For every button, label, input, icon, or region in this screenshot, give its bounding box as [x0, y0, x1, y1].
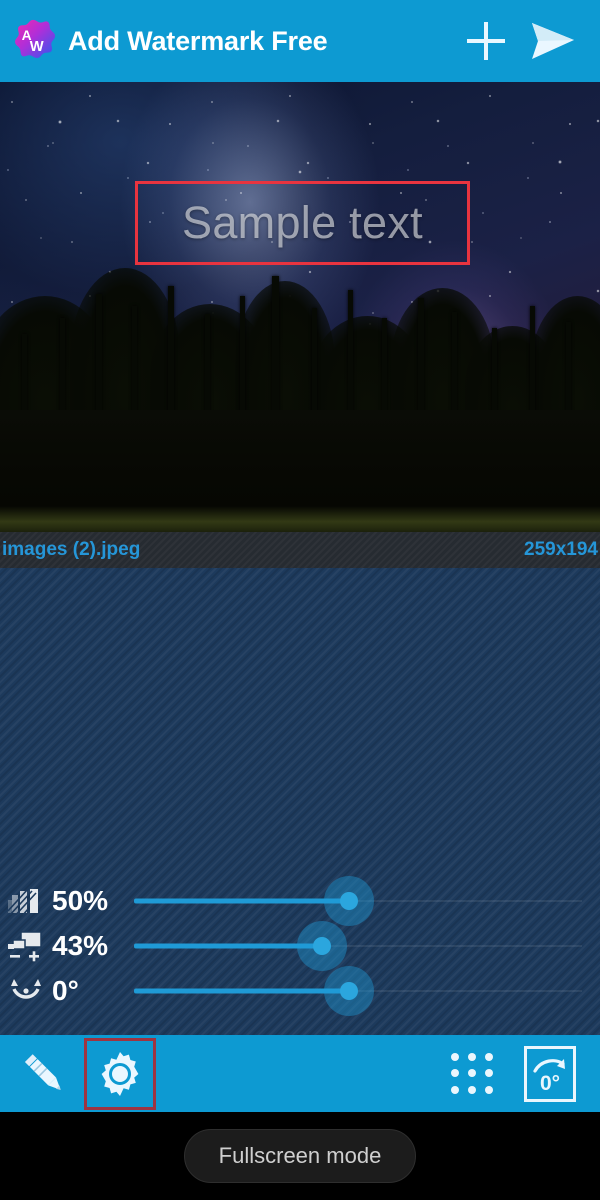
- size-slider-track[interactable]: [134, 920, 582, 971]
- toast-area: Fullscreen mode: [0, 1112, 600, 1200]
- size-value-label: 43%: [52, 929, 109, 961]
- watermark-selection-box[interactable]: Sample text: [135, 181, 470, 265]
- opacity-slider-thumb[interactable]: [340, 891, 359, 910]
- opacity-value-label: 50%: [52, 884, 109, 916]
- grass-strip: [0, 506, 600, 532]
- rotate-icon: 0°: [524, 1045, 576, 1102]
- share-send-button[interactable]: [522, 11, 582, 71]
- rotation-slider-thumb[interactable]: [340, 981, 359, 1000]
- opacity-track-fill: [134, 898, 350, 903]
- resize-icon: [6, 928, 46, 964]
- dot-grid-icon: [451, 1052, 493, 1095]
- file-dimensions-label: 259x194: [524, 539, 598, 560]
- size-slider-thumb[interactable]: [313, 936, 332, 955]
- app-logo-flower: A W: [10, 18, 56, 64]
- svg-text:W: W: [30, 39, 44, 55]
- file-name-label: images (2).jpeg: [2, 539, 141, 560]
- gear-icon: [101, 1051, 139, 1096]
- opacity-slider-track[interactable]: [134, 875, 582, 926]
- rotate-degree-label: 0°: [539, 1072, 561, 1095]
- app-header: A W Add Watermark Free: [0, 0, 600, 82]
- plus-icon: [467, 22, 505, 60]
- add-watermark-button[interactable]: [456, 11, 516, 71]
- bottom-toolbar: 0°: [0, 1035, 600, 1112]
- position-grid-button[interactable]: [436, 1038, 508, 1110]
- transparency-icon: [6, 883, 46, 919]
- rotation-slider-track[interactable]: [134, 965, 582, 1016]
- size-track-fill: [134, 943, 323, 948]
- app-title: Add Watermark Free: [68, 25, 328, 56]
- fullscreen-mode-toast: Fullscreen mode: [183, 1129, 417, 1183]
- size-slider-row: 43%: [0, 920, 600, 971]
- rotation-slider-row: 0°: [0, 965, 600, 1016]
- pencil-icon: [24, 1053, 61, 1090]
- send-plane-icon: [532, 23, 574, 59]
- edit-text-button[interactable]: [8, 1038, 80, 1110]
- slider-panel: 50% 43% 0°: [0, 875, 600, 1016]
- rotation-icon: [6, 973, 46, 1009]
- file-info-bar: images (2).jpeg 259x194: [0, 532, 600, 568]
- app-root: A W Add Watermark Free Sample text image…: [0, 0, 600, 1200]
- rotation-value-label: 0°: [52, 974, 79, 1006]
- rotate-image-button[interactable]: 0°: [514, 1038, 586, 1110]
- settings-button[interactable]: [84, 1037, 156, 1110]
- rotation-track-fill: [134, 988, 350, 993]
- watermark-text: Sample text: [182, 197, 423, 248]
- opacity-slider-row: 50%: [0, 875, 600, 926]
- photo-canvas[interactable]: Sample text: [0, 82, 600, 532]
